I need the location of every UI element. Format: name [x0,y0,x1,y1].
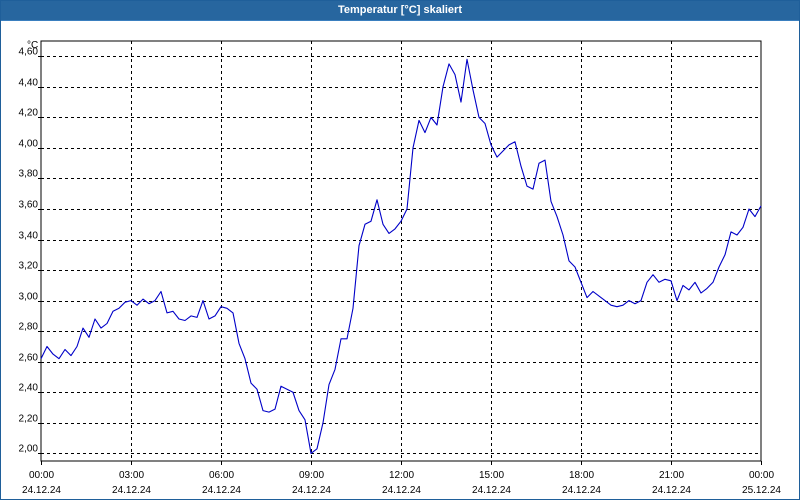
y-tick-label: 2,00 [19,444,39,455]
chart-canvas: 2,00 2,20 2,40 2,60 2,80 3,00 3,20 3,40 3,60 3,80… [19,40,782,496]
y-tick-label: 3,00 [19,292,39,303]
y-tick-label: 2,60 [19,353,39,364]
y-tick-label: 2,40 [19,383,39,394]
y-axis: 2,00 2,20 2,40 2,60 2,80 3,00 3,20 3,40 3,60 3,80… [19,47,41,455]
x-tick-date: 24.12.24 [382,485,421,496]
x-tick-time: 21:00 [659,470,684,481]
x-tick-time: 18:00 [569,470,594,481]
x-tick-date: 25.12.24 [742,485,781,496]
x-axis: 00:00 24.12.24 03:00 24.12.24 06:00 24.12.24 0… [22,461,781,496]
y-tick-label: 2,80 [19,322,39,333]
y-tick-label: 3,40 [19,231,39,242]
y-tick-label: 4,40 [19,78,39,89]
x-tick-time: 00:00 [29,470,54,481]
x-tick-date: 24.12.24 [202,485,241,496]
x-tick-time: 09:00 [299,470,324,481]
x-tick-date: 24.12.24 [22,485,61,496]
x-tick-time: 15:00 [479,470,504,481]
x-tick-date: 24.12.24 [292,485,331,496]
y-tick-label: 4,20 [19,108,39,119]
x-tick-time: 06:00 [209,470,234,481]
y-tick-label: 4,00 [19,139,39,150]
x-tick-date: 24.12.24 [652,485,691,496]
y-axis-label: °C [27,40,38,51]
y-tick-label: 3,80 [19,169,39,180]
x-tick-time: 12:00 [389,470,414,481]
x-tick-time: 00:00 [749,470,774,481]
x-tick-date: 24.12.24 [112,485,151,496]
y-tick-label: 3,60 [19,200,39,211]
x-tick-time: 03:00 [119,470,144,481]
y-tick-label: 3,20 [19,261,39,272]
y-tick-label: 2,20 [19,414,39,425]
x-tick-date: 24.12.24 [472,485,511,496]
x-tick-date: 24.12.24 [562,485,601,496]
chart-window: Temperatur [°C] skaliert 2,00 2,20 2,40 2,6… [0,0,800,500]
